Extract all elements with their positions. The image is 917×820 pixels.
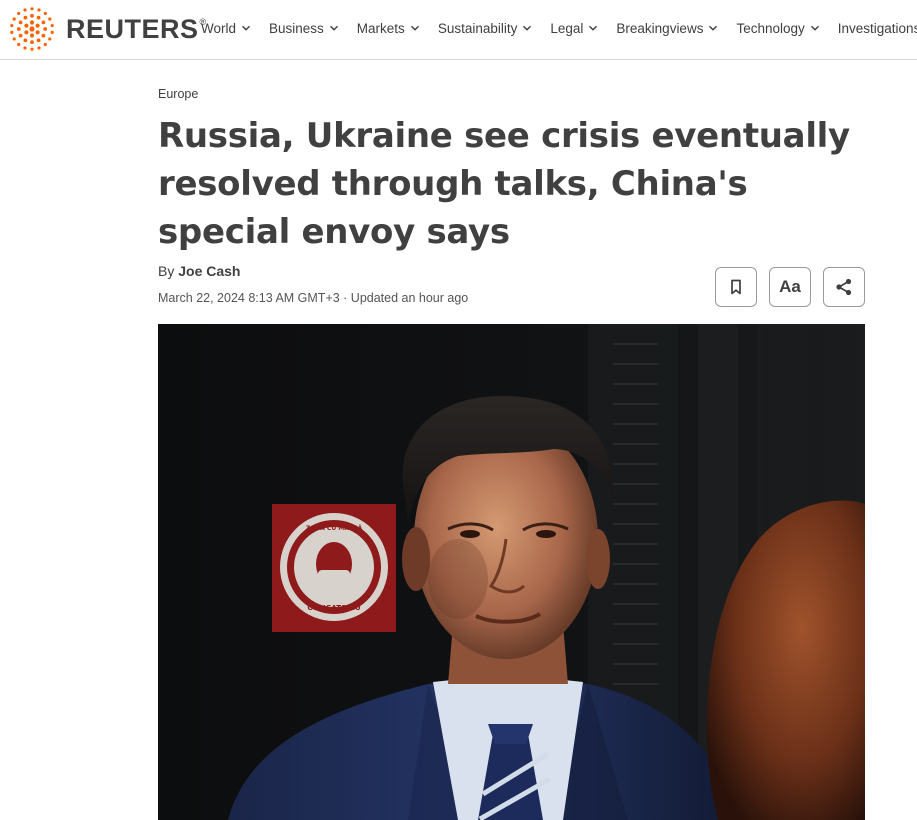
nav-item-label: Technology [736,20,805,36]
reuters-logo-icon [10,7,54,51]
bookmark-icon [731,279,741,295]
article-hero-photo: ZONĂ CU MASCĂ OBLIGATORIU [158,324,865,820]
chevron-down-icon [709,25,718,31]
nav-item-label: Markets [356,20,405,36]
nav-item-label: Legal [550,20,584,36]
article-dateline: March 22, 2024 8:13 AM GMT+3 · Updated a… [158,291,469,305]
site-header: REUTERS® World Business Markets Sustaina… [0,0,917,60]
byline-prefix: By [158,263,175,279]
nav-item-label: Sustainability [437,20,518,36]
chevron-down-icon [329,25,338,31]
nav-item-label: Business [269,20,324,36]
main-nav: World Business Markets Sustainability Le… [201,0,917,56]
byline: By Joe Cash [158,263,240,279]
nav-item-breakingviews[interactable]: Breakingviews [616,21,718,36]
chevron-down-icon [589,25,598,31]
chevron-down-icon [810,25,819,31]
brand-name: REUTERS [66,13,199,44]
nav-item-legal[interactable]: Legal [550,21,598,36]
nav-item-sustainability[interactable]: Sustainability [438,21,533,36]
chevron-down-icon [523,25,532,31]
chevron-down-icon [242,25,251,31]
nav-item-investigations[interactable]: Investigations [838,21,917,36]
nav-item-world[interactable]: World [201,21,251,36]
chevron-down-icon [410,25,419,31]
photo-illustration: ZONĂ CU MASCĂ OBLIGATORIU [158,324,865,820]
nav-item-technology[interactable]: Technology [736,21,819,36]
mask-sign: ZONĂ CU MASCĂ OBLIGATORIU [272,504,396,632]
sign-text-bottom: OBLIGATORIU [307,604,361,612]
font-size-label: Aa [779,277,801,296]
article-headline: Russia, Ukraine see crisis eventually re… [158,116,850,252]
share-button[interactable] [823,267,865,307]
author-link[interactable]: Joe Cash [178,263,240,279]
font-size-button[interactable]: Aa [769,267,811,307]
nav-item-business[interactable]: Business [269,21,339,36]
share-icon [836,278,852,296]
reuters-wordmark: REUTERS® [66,14,207,45]
bookmark-button[interactable] [715,267,757,307]
nav-item-label: Breakingviews [616,20,704,36]
nav-item-label: Investigations [837,20,917,36]
nav-item-markets[interactable]: Markets [357,21,420,36]
nav-item-label: World [201,20,237,36]
sign-text-top: ZONĂ CU MASCĂ [306,525,363,532]
reuters-logo[interactable]: REUTERS® [8,5,207,53]
section-link[interactable]: Europe [158,87,198,101]
